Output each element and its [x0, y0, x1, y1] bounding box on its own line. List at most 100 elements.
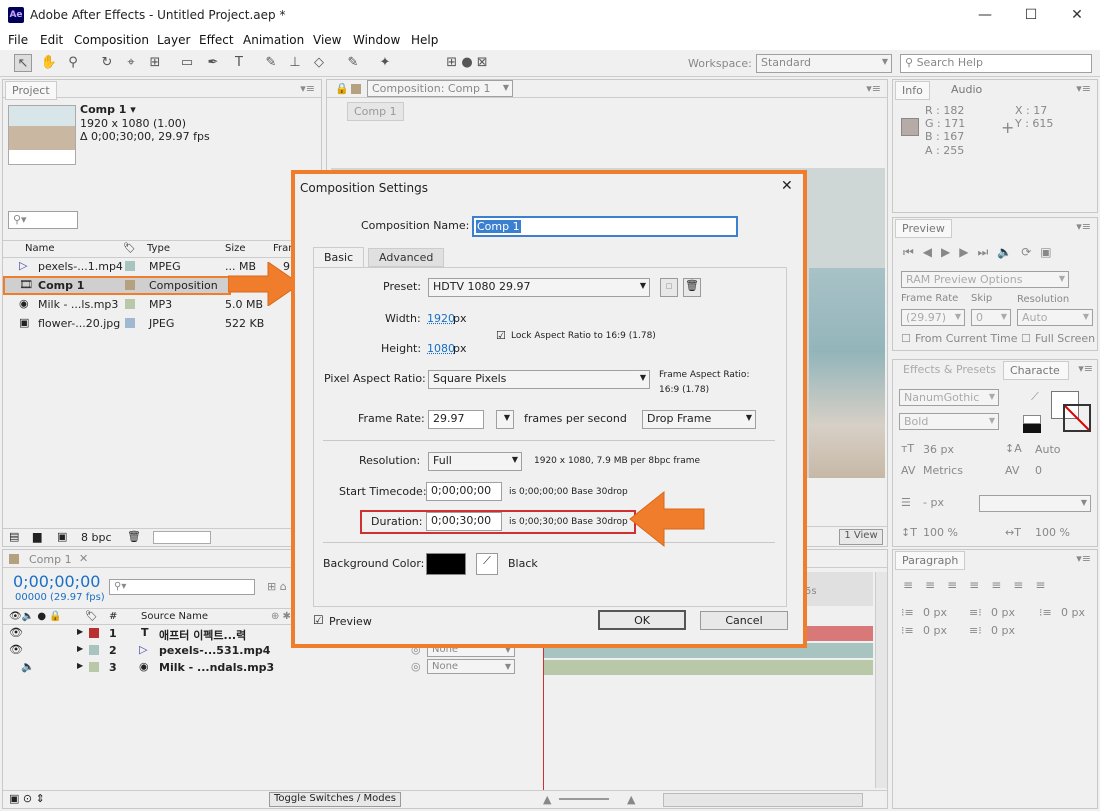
timeline-footer-icons[interactable]: ▣ ⊙ ⇕: [9, 792, 45, 805]
tab-character[interactable]: Characte: [1003, 361, 1069, 380]
pixel-aspect-dropdown[interactable]: Square Pixels ▼: [428, 370, 650, 389]
project-scrollbar[interactable]: [153, 531, 211, 544]
zoom-slider[interactable]: [559, 798, 609, 800]
resolution-dropdown[interactable]: Full ▼: [428, 452, 522, 471]
frame-rate-input[interactable]: 29.97: [428, 410, 484, 429]
clone-stamp-tool-icon[interactable]: ⊥: [286, 54, 304, 72]
pan-behind-tool-icon[interactable]: ⊞: [146, 54, 164, 72]
playback-controls[interactable]: ⏮◀▶▶⏭🔈⟳▣: [903, 245, 1061, 260]
timeline-scrollbar[interactable]: [875, 572, 887, 788]
kerning-value[interactable]: Metrics: [923, 464, 963, 477]
label-col-icon[interactable]: 🏷: [123, 243, 136, 254]
panel-menu-icon[interactable]: ▾≡: [1076, 220, 1091, 233]
full-screen-checkbox[interactable]: ☐: [1021, 332, 1031, 345]
font-size-value[interactable]: 36 px: [923, 443, 954, 456]
search-help-input[interactable]: ⚲ Search Help: [900, 54, 1092, 73]
layer-row[interactable]: 🔈 ▶ 3 ◉ Milk - ...ndals.mp3 ◎ None ▼: [3, 659, 541, 676]
expand-arrow-icon[interactable]: ▶: [77, 644, 83, 653]
visibility-icon[interactable]: 👁: [9, 626, 23, 639]
expand-arrow-icon[interactable]: ▶: [77, 661, 83, 670]
minimize-button[interactable]: —: [962, 0, 1008, 30]
font-family-dropdown[interactable]: NanumGothic ▼: [899, 389, 999, 406]
audio-icon[interactable]: 🔈: [21, 660, 35, 673]
ok-button[interactable]: OK: [598, 610, 686, 630]
roto-brush-tool-icon[interactable]: ✎: [344, 54, 362, 72]
tab-info[interactable]: Info: [895, 81, 930, 100]
zoom-out-icon[interactable]: ▲: [543, 793, 551, 806]
from-current-checkbox[interactable]: ☐: [901, 332, 911, 345]
indent-right-value[interactable]: 0 px: [991, 606, 1015, 619]
cancel-button[interactable]: Cancel: [700, 611, 788, 630]
tab-preview[interactable]: Preview: [895, 219, 952, 238]
tab-basic[interactable]: Basic: [313, 247, 365, 267]
horizontal-scrollbar[interactable]: [663, 793, 863, 807]
tab-effects-presets[interactable]: Effects & Presets: [897, 361, 1002, 378]
trash-icon[interactable]: 🗑: [127, 530, 141, 543]
menu-animation[interactable]: Animation: [243, 33, 304, 47]
start-timecode-input[interactable]: 0;00;00;00: [426, 482, 502, 501]
tracking-value[interactable]: 0: [1035, 464, 1042, 477]
parent-pickwhip-icon[interactable]: ◎: [411, 660, 421, 673]
panel-menu-icon[interactable]: ▾≡: [1078, 362, 1093, 375]
vertical-scale-value[interactable]: 100 %: [923, 526, 958, 539]
rotate-tool-icon[interactable]: ↻: [98, 54, 116, 72]
indent-first-value[interactable]: 0 px: [1061, 606, 1085, 619]
preview-skip[interactable]: 0 ▼: [971, 309, 1011, 326]
visibility-icon[interactable]: 👁: [9, 643, 23, 656]
workspace-dropdown[interactable]: Standard ▼: [756, 54, 892, 73]
toggle-switches-modes-button[interactable]: Toggle Switches / Modes: [269, 792, 401, 807]
interpret-footage-icon[interactable]: ▤: [9, 530, 19, 543]
comp-subtab[interactable]: Comp 1: [347, 102, 404, 121]
tab-project[interactable]: Project: [5, 81, 57, 100]
project-search-input[interactable]: ⚲▾: [8, 211, 78, 229]
lock-icon[interactable]: 🔒: [335, 82, 349, 95]
current-time-display[interactable]: 0;00;00;00: [13, 572, 100, 591]
save-preset-button[interactable]: ▫: [660, 278, 678, 297]
zoom-in-icon[interactable]: ▲: [627, 793, 635, 806]
camera-tool-icon[interactable]: ⌖: [122, 54, 140, 72]
stroke-width-value[interactable]: - px: [923, 496, 944, 509]
puppet-tool-icon[interactable]: ✦: [376, 54, 394, 72]
col-type[interactable]: Type: [147, 243, 170, 254]
menu-file[interactable]: File: [8, 33, 28, 47]
duration-input[interactable]: 0;00;30;00: [426, 512, 502, 531]
stroke-color-swatch[interactable]: [1063, 404, 1091, 432]
expand-arrow-icon[interactable]: ▶: [77, 627, 83, 636]
alignment-buttons[interactable]: ≡≡≡≡≡≡≡: [903, 578, 1057, 592]
horizontal-scale-value[interactable]: 100 %: [1035, 526, 1070, 539]
frame-rate-dropdown[interactable]: ▼: [496, 410, 514, 429]
preview-resolution[interactable]: Auto ▼: [1017, 309, 1093, 326]
stroke-type-dropdown[interactable]: ▼: [979, 495, 1091, 512]
eyedropper-icon[interactable]: ⟋: [1031, 390, 1039, 404]
drop-frame-dropdown[interactable]: Drop Frame ▼: [642, 410, 756, 429]
menu-effect[interactable]: Effect: [199, 33, 234, 47]
eyedropper-icon[interactable]: ⟋: [476, 553, 498, 575]
type-tool-icon[interactable]: T: [230, 54, 248, 72]
menu-composition[interactable]: Composition: [74, 33, 149, 47]
tab-audio[interactable]: Audio: [945, 81, 988, 98]
panel-menu-icon[interactable]: ▾≡: [866, 82, 881, 95]
preset-dropdown[interactable]: HDTV 1080 29.97 ▼: [428, 278, 650, 297]
comp-name-input[interactable]: Comp 1: [472, 216, 738, 237]
snapping-icon[interactable]: ⊞ ● ⊠: [442, 54, 492, 72]
tab-paragraph[interactable]: Paragraph: [895, 551, 966, 570]
space-after-value[interactable]: 0 px: [991, 624, 1015, 637]
panel-menu-icon[interactable]: ▾≡: [1076, 552, 1091, 565]
project-row[interactable]: ▣ flower-...20.jpg JPEG 522 KB: [3, 314, 321, 333]
col-source-name[interactable]: Source Name: [141, 611, 208, 622]
eraser-tool-icon[interactable]: ◇: [310, 54, 328, 72]
hand-tool-icon[interactable]: ✋: [40, 54, 58, 72]
rectangle-tool-icon[interactable]: ▭: [178, 54, 196, 72]
indent-left-value[interactable]: 0 px: [923, 606, 947, 619]
preview-checkbox[interactable]: ☑: [313, 613, 324, 627]
space-before-value[interactable]: 0 px: [923, 624, 947, 637]
close-button[interactable]: ✕: [1054, 0, 1100, 30]
zoom-tool-icon[interactable]: ⚲: [64, 54, 82, 72]
col-name[interactable]: Name: [25, 243, 55, 254]
view-layout-button[interactable]: 1 View: [839, 529, 883, 545]
panel-menu-icon[interactable]: ▾≡: [1076, 82, 1091, 95]
height-value[interactable]: 1080: [427, 342, 455, 355]
close-tab-icon[interactable]: ✕: [79, 552, 88, 565]
lock-aspect-checkbox[interactable]: ☑: [496, 329, 506, 342]
brush-tool-icon[interactable]: ✎: [262, 54, 280, 72]
